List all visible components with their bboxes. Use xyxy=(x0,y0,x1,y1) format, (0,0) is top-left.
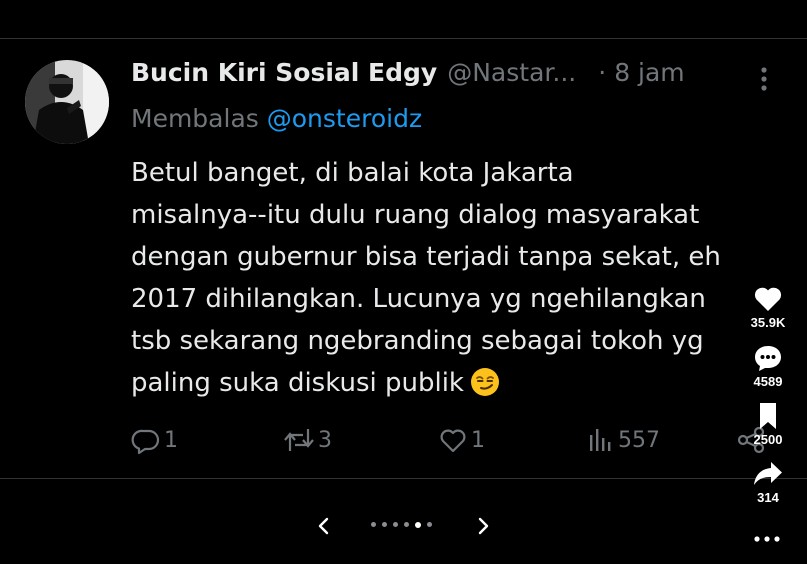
top-divider xyxy=(0,38,807,39)
bookmark-icon xyxy=(738,402,798,430)
pager-dot-active[interactable] xyxy=(415,521,421,528)
overlay-comment-count: 4589 xyxy=(753,374,783,389)
heart-outline-icon xyxy=(438,425,468,455)
tweet-text-line: tsb sekarang ngebranding sebagai tokoh y… xyxy=(131,326,704,356)
heart-filled-icon xyxy=(738,285,798,313)
views-count: 557 xyxy=(618,427,660,453)
overlay-comment-button[interactable]: 4589 xyxy=(738,344,798,389)
tweet-text-line: dengan gubernur bisa terjadi tanpa sekat… xyxy=(131,242,721,272)
avatar[interactable] xyxy=(25,60,109,144)
more-options-icon[interactable] xyxy=(752,64,776,94)
overlay-like-count: 35.9K xyxy=(750,315,786,330)
like-button[interactable]: 1 xyxy=(438,424,485,456)
pager-dot[interactable] xyxy=(393,522,398,527)
tweet-text-last-line: paling suka diskusi publik xyxy=(131,362,771,404)
overlay-more-icon[interactable] xyxy=(752,528,782,542)
carousel-pager xyxy=(0,512,807,540)
pager-dots xyxy=(371,521,432,528)
display-name[interactable]: Bucin Kiri Sosial Edgy xyxy=(131,58,437,87)
replying-to: Membalas @onsteroidz xyxy=(131,104,422,133)
tweet-text: Betul banget, di balai kota Jakarta misa… xyxy=(131,152,771,404)
comment-bubble-icon xyxy=(738,344,798,372)
retweet-icon xyxy=(283,425,315,455)
chevron-left-icon[interactable] xyxy=(313,514,335,538)
tweet-header: Bucin Kiri Sosial Edgy @Nastar... · 8 ja… xyxy=(131,58,685,94)
overlay-bookmark-count: 2500 xyxy=(753,432,783,447)
tweet-text-line: 2017 dihilangkan. Lucunya yg ngehilangka… xyxy=(131,284,706,314)
retweet-button[interactable]: 3 xyxy=(283,424,332,456)
tweet-text-line: misalnya--itu dulu ruang dialog masyarak… xyxy=(131,200,700,230)
pager-dot[interactable] xyxy=(404,522,409,527)
separator-dot: · xyxy=(598,58,607,87)
pager-dot[interactable] xyxy=(427,522,432,527)
retweet-count: 3 xyxy=(318,427,332,453)
overlay-share-button[interactable]: 314 xyxy=(738,460,798,505)
smirk-emoji-icon xyxy=(470,367,500,397)
reply-button[interactable]: 1 xyxy=(131,424,178,456)
overlay-share-count: 314 xyxy=(757,490,779,505)
views-bar-chart-icon xyxy=(585,425,615,455)
tweet-text-line: Betul banget, di balai kota Jakarta xyxy=(131,158,574,188)
timestamp[interactable]: 8 jam xyxy=(614,58,684,87)
reply-icon xyxy=(131,425,161,455)
overlay-bookmark-button[interactable]: 2500 xyxy=(738,402,798,447)
pager-dot[interactable] xyxy=(382,522,387,527)
like-count: 1 xyxy=(471,427,485,453)
pager-dot[interactable] xyxy=(371,522,376,527)
reply-count: 1 xyxy=(164,427,178,453)
views-button[interactable]: 557 xyxy=(585,424,660,456)
share-arrow-icon xyxy=(738,460,798,488)
bottom-divider xyxy=(0,478,807,479)
chevron-right-icon[interactable] xyxy=(472,514,494,538)
tweet-text-line: paling suka diskusi publik xyxy=(131,368,464,398)
replying-to-label: Membalas xyxy=(131,104,259,133)
overlay-like-button[interactable]: 35.9K xyxy=(738,285,798,330)
user-handle[interactable]: @Nastar... xyxy=(447,58,576,87)
reply-mention-link[interactable]: @onsteroidz xyxy=(267,104,422,133)
